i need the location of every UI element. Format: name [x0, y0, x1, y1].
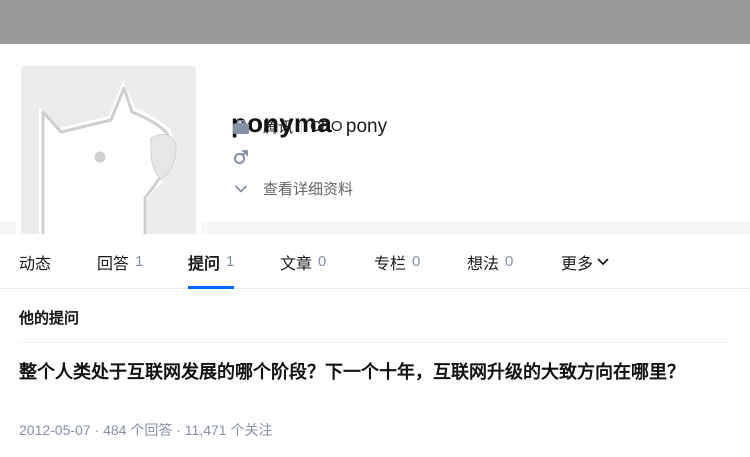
- chevron-down-icon: [597, 258, 609, 266]
- section-title: 他的提问: [19, 310, 80, 327]
- chevron-down-icon: [232, 180, 250, 198]
- briefcase-icon: [232, 118, 250, 136]
- tab-label: 提问: [188, 255, 221, 273]
- tab-pins[interactable]: 想法 0: [467, 234, 513, 289]
- tab-activity[interactable]: 动态: [19, 234, 51, 289]
- question-meta: 2012-05-07 · 484 个回答 · 11,471 个关注: [19, 420, 272, 440]
- profile-tabs: 动态 回答 1 提问 1 文章 0 专栏 0 想法 0 更多: [0, 234, 750, 289]
- profile-cover: [0, 0, 750, 44]
- meta-separator: ·: [172, 422, 185, 438]
- company-name: 腾讯: [263, 119, 294, 136]
- follower-count: 11,471 个关注: [184, 422, 273, 438]
- tab-answers[interactable]: 回答 1: [97, 234, 143, 289]
- tab-label: 文章: [280, 255, 313, 273]
- job-position: CEO: [310, 118, 343, 135]
- tab-more[interactable]: 更多: [561, 234, 609, 289]
- tab-count: 0: [318, 253, 327, 270]
- meta-separator: ·: [90, 422, 104, 438]
- tab-label: 更多: [561, 255, 594, 273]
- questions-section: 他的提问 整个人类处于互联网发展的哪个阶段？下一个十年，互联网升级的大致方向在哪…: [0, 289, 750, 457]
- profile-header: ponyma pony 腾讯 CEO 查看详细资料: [0, 44, 750, 243]
- divider: [19, 342, 730, 343]
- tab-count: 1: [135, 253, 144, 270]
- tab-label: 专栏: [374, 255, 407, 273]
- male-icon: [232, 148, 250, 166]
- avatar[interactable]: [16, 61, 201, 243]
- gender-row: [232, 148, 263, 166]
- tab-count: 0: [412, 253, 421, 270]
- headline: pony: [345, 116, 388, 137]
- tab-questions[interactable]: 提问 1: [188, 234, 235, 289]
- view-details-label: 查看详细资料: [263, 181, 354, 198]
- tab-label: 回答: [97, 255, 130, 273]
- tab-label: 想法: [467, 255, 500, 273]
- company-row: 腾讯 CEO: [232, 116, 343, 137]
- question-date: 2012-05-07: [19, 422, 91, 438]
- info-divider: [301, 120, 303, 133]
- default-avatar-dog-icon: [21, 66, 196, 238]
- tab-count: 1: [226, 253, 235, 270]
- view-details-link[interactable]: 查看详细资料: [232, 178, 353, 199]
- tab-label: 动态: [19, 255, 52, 273]
- tab-count: 0: [505, 253, 514, 270]
- tab-columns[interactable]: 专栏 0: [374, 234, 420, 289]
- answer-count: 484 个回答: [103, 422, 173, 438]
- question-title-link[interactable]: 整个人类处于互联网发展的哪个阶段？下一个十年，互联网升级的大致方向在哪里？: [19, 358, 719, 386]
- tab-articles[interactable]: 文章 0: [280, 234, 326, 289]
